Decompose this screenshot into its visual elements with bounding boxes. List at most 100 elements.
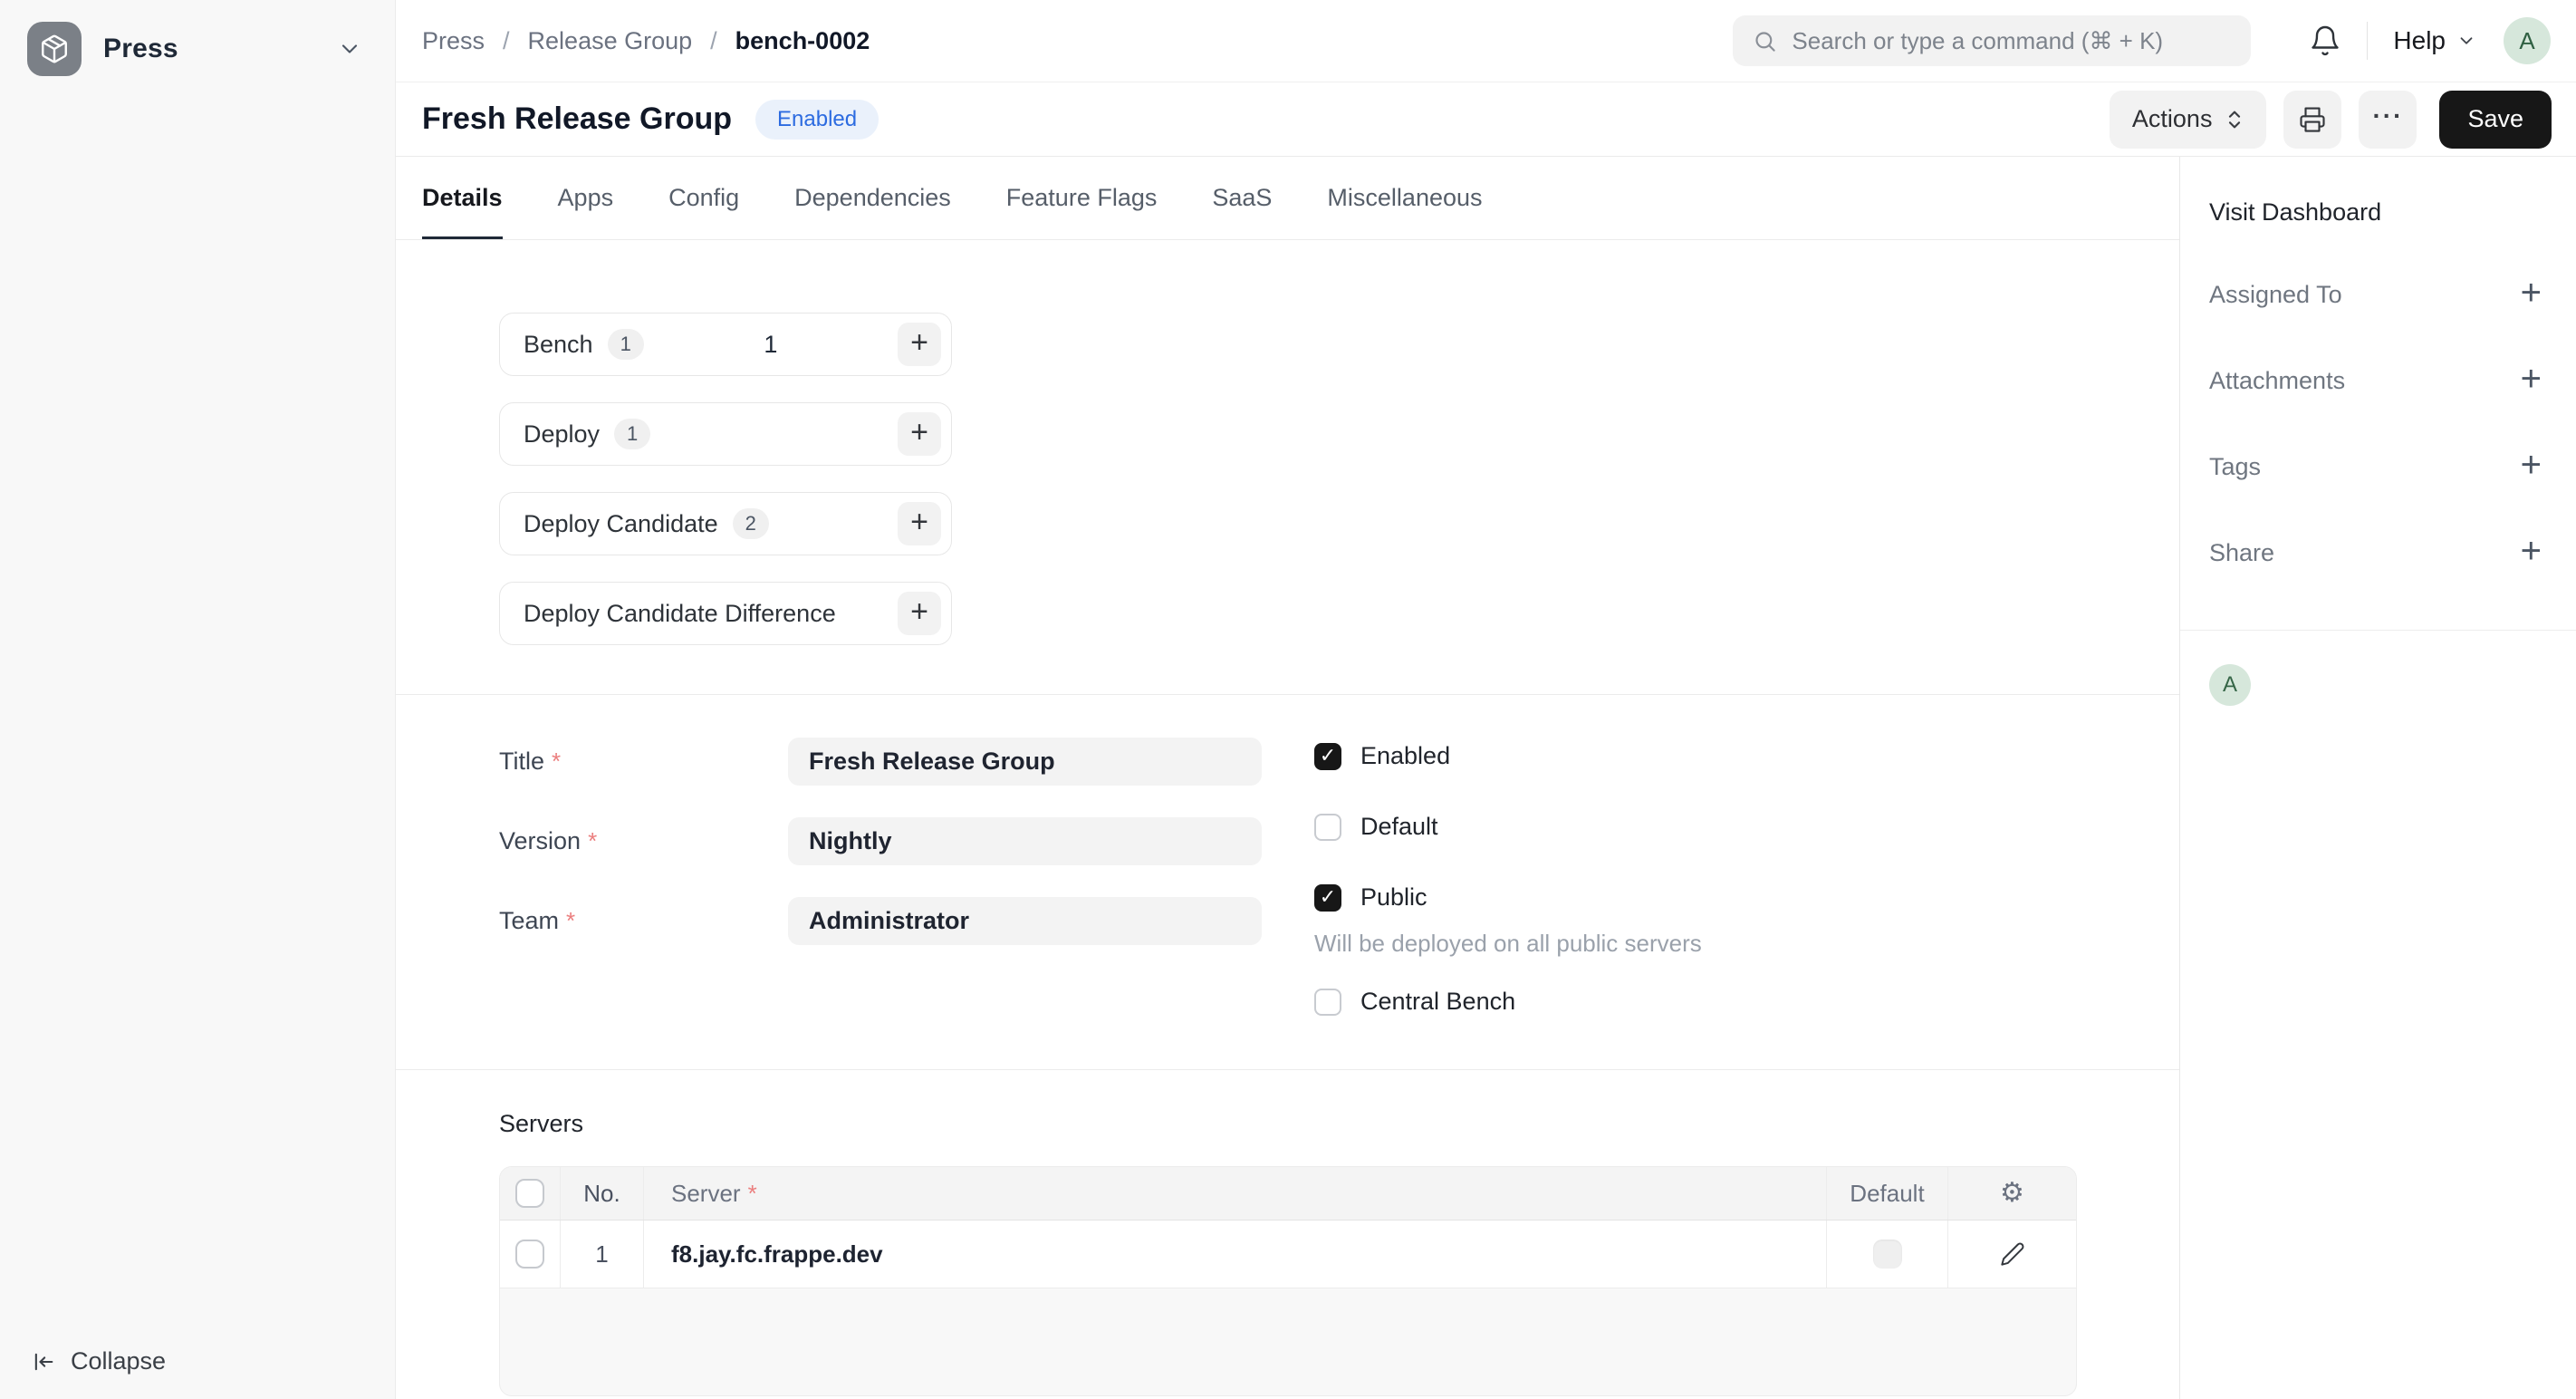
visit-dashboard-button[interactable]: Visit Dashboard	[2209, 198, 2542, 227]
card-open-count[interactable]: 1	[644, 331, 898, 359]
more-options-button[interactable]: ···	[2359, 91, 2417, 149]
viewer-avatar[interactable]: A	[2209, 664, 2251, 706]
app-name: Press	[103, 34, 315, 64]
edit-row-icon[interactable]	[2000, 1241, 2025, 1267]
link-card-deploy[interactable]: Deploy 1 +	[499, 402, 952, 466]
public-label: Public	[1360, 883, 1427, 912]
title-label: Title*	[499, 748, 788, 776]
tags-label: Tags	[2209, 453, 2261, 481]
record-side-panel: Visit Dashboard Assigned To + Attachment…	[2180, 157, 2576, 1399]
main-column: Press / Release Group / bench-0002 Searc…	[396, 0, 2576, 1399]
servers-grid-header: No. Server* Default ⚙	[500, 1167, 2076, 1221]
enabled-checkbox-row[interactable]: Enabled	[1314, 742, 1702, 770]
row-default-checkbox[interactable]	[1873, 1240, 1902, 1269]
default-label: Default	[1360, 813, 1438, 841]
enabled-checkbox[interactable]	[1314, 743, 1341, 770]
required-asterisk: *	[588, 827, 597, 854]
chevron-down-icon	[2456, 31, 2476, 51]
breadcrumb: Press / Release Group / bench-0002	[422, 27, 870, 55]
attachments-label: Attachments	[2209, 367, 2345, 395]
user-avatar[interactable]: A	[2504, 17, 2551, 64]
public-checkbox[interactable]	[1314, 884, 1341, 912]
server-row[interactable]: 1 f8.jay.fc.frappe.dev	[500, 1221, 2076, 1288]
field-row-team: Team*	[499, 897, 1262, 945]
tab-miscellaneous[interactable]: Miscellaneous	[1327, 157, 1482, 239]
assigned-to-row: Assigned To +	[2209, 275, 2542, 314]
card-count-badge: 2	[733, 508, 769, 539]
tab-details[interactable]: Details	[422, 157, 503, 239]
search-input[interactable]: Search or type a command (⌘ + K)	[1733, 15, 2251, 66]
server-column-header: Server*	[644, 1167, 1827, 1220]
select-all-checkbox[interactable]	[515, 1179, 544, 1208]
help-label: Help	[2393, 26, 2446, 55]
topbar-actions: Help A	[2251, 17, 2551, 64]
tab-bar: Details Apps Config Dependencies Feature…	[396, 157, 2179, 240]
servers-grid: No. Server* Default ⚙ 1 f8.jay.fc.frappe…	[499, 1166, 2077, 1396]
breadcrumb-release-group[interactable]: Release Group	[528, 27, 693, 55]
link-card-deploy-candidate-difference[interactable]: Deploy Candidate Difference +	[499, 582, 952, 645]
default-checkbox[interactable]	[1314, 814, 1341, 841]
page-header-actions: Actions ··· Save	[2110, 91, 2552, 149]
card-label: Bench	[524, 331, 593, 359]
notifications-button[interactable]	[2309, 24, 2341, 57]
central-bench-checkbox-row[interactable]: Central Bench	[1314, 988, 1702, 1016]
content-row: Details Apps Config Dependencies Feature…	[396, 157, 2576, 1399]
attachments-row: Attachments +	[2209, 361, 2542, 400]
tab-config[interactable]: Config	[668, 157, 739, 239]
add-deploy-candidate-button[interactable]: +	[898, 502, 941, 545]
breadcrumb-current: bench-0002	[735, 27, 870, 55]
enabled-label: Enabled	[1360, 742, 1450, 770]
share-button[interactable]: +	[2521, 533, 2542, 573]
add-attachment-button[interactable]: +	[2521, 361, 2542, 400]
chevron-down-icon	[337, 36, 362, 62]
add-deploy-candidate-difference-button[interactable]: +	[898, 592, 941, 635]
required-asterisk: *	[748, 1180, 757, 1208]
link-card-deploy-candidate[interactable]: Deploy Candidate 2 +	[499, 492, 952, 555]
side-panel-divider	[2180, 630, 2576, 631]
tab-dependencies[interactable]: Dependencies	[794, 157, 951, 239]
form-checkboxes: Enabled Default Public Will be deployed …	[1314, 738, 1702, 1069]
unfold-icon	[2225, 109, 2244, 130]
app-switcher[interactable]: Press	[27, 22, 368, 76]
help-menu[interactable]: Help	[2393, 26, 2476, 55]
tab-apps[interactable]: Apps	[558, 157, 614, 239]
default-checkbox-row[interactable]: Default	[1314, 813, 1702, 841]
breadcrumb-separator: /	[503, 27, 510, 55]
team-field[interactable]	[788, 897, 1262, 945]
add-tag-button[interactable]: +	[2521, 447, 2542, 487]
details-form-section: Title* Version* Team* Enabl	[396, 695, 2179, 1070]
version-field[interactable]	[788, 817, 1262, 865]
row-select-checkbox[interactable]	[515, 1240, 544, 1269]
required-asterisk: *	[566, 907, 575, 934]
add-assignment-button[interactable]: +	[2521, 275, 2542, 314]
actions-button[interactable]: Actions	[2110, 91, 2267, 149]
print-button[interactable]	[2283, 91, 2341, 149]
servers-section: Servers No. Server* Default ⚙ 1 f8.jay.f…	[396, 1070, 2179, 1399]
card-label: Deploy Candidate	[524, 510, 718, 538]
card-label: Deploy Candidate Difference	[524, 600, 836, 628]
link-card-bench[interactable]: Bench 1 1 +	[499, 313, 952, 376]
version-label: Version*	[499, 827, 788, 855]
central-bench-checkbox[interactable]	[1314, 989, 1341, 1016]
topbar: Press / Release Group / bench-0002 Searc…	[396, 0, 2576, 82]
ellipsis-icon: ···	[2372, 103, 2403, 136]
tab-feature-flags[interactable]: Feature Flags	[1006, 157, 1158, 239]
public-checkbox-row[interactable]: Public	[1314, 883, 1702, 912]
add-bench-button[interactable]: +	[898, 323, 941, 366]
default-column-header: Default	[1827, 1167, 1948, 1220]
printer-icon	[2299, 106, 2326, 133]
tab-saas[interactable]: SaaS	[1212, 157, 1272, 239]
breadcrumb-press[interactable]: Press	[422, 27, 485, 55]
collapse-sidebar-button[interactable]: Collapse	[27, 1347, 368, 1375]
share-label: Share	[2209, 539, 2274, 567]
actions-label: Actions	[2132, 105, 2213, 133]
server-name-cell[interactable]: f8.jay.fc.frappe.dev	[644, 1221, 1827, 1288]
collapse-label: Collapse	[71, 1347, 166, 1375]
add-deploy-button[interactable]: +	[898, 412, 941, 456]
card-count-badge: 1	[614, 419, 650, 449]
title-field[interactable]	[788, 738, 1262, 786]
field-row-title: Title*	[499, 738, 1262, 786]
grid-settings-gear-icon[interactable]: ⚙	[2000, 1180, 2024, 1207]
field-row-version: Version*	[499, 817, 1262, 865]
save-button[interactable]: Save	[2439, 91, 2552, 149]
